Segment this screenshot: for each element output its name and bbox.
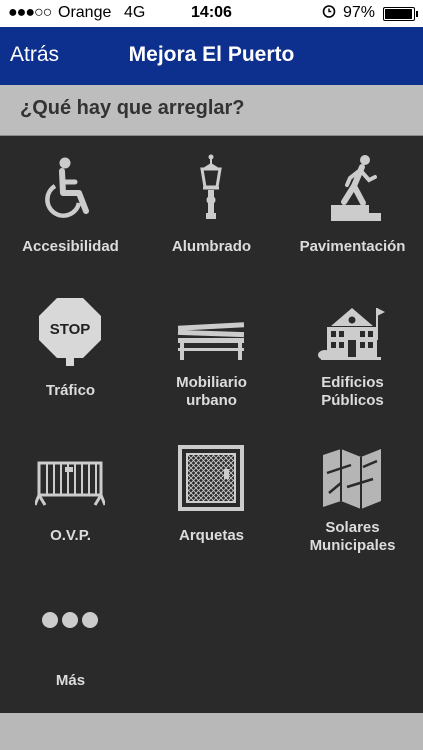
category-trafico[interactable]: STOP Tráfico (0, 290, 141, 435)
category-pavimentacion[interactable]: Pavimentación (282, 145, 423, 290)
category-ovp[interactable]: O.V.P. (0, 435, 141, 580)
category-label: Más (55, 672, 86, 689)
category-arquetas[interactable]: Arquetas (141, 435, 282, 580)
svg-text:STOP: STOP (50, 321, 91, 338)
category-label: O.V.P. (50, 527, 91, 544)
barrier-fence-icon (35, 461, 105, 506)
street-lamp-icon (200, 154, 222, 219)
manhole-cover-icon (178, 445, 244, 511)
stop-sign-icon: STOP (39, 298, 101, 366)
battery-percent: 97% (343, 4, 376, 21)
category-edificios-publicos[interactable]: Edificios Públicos (282, 290, 423, 435)
bottom-bar (0, 713, 423, 750)
more-dots-icon (42, 612, 98, 628)
category-label: Mobiliario urbano (176, 374, 247, 409)
section-heading: ¿Qué hay que arreglar? (20, 97, 245, 119)
category-label: Pavimentación (299, 238, 406, 255)
alarm-icon (322, 4, 336, 23)
wheelchair-icon (45, 157, 89, 218)
bench-icon (177, 322, 245, 360)
category-label: Accesibilidad (22, 238, 119, 255)
back-button[interactable]: Atrás (10, 43, 59, 67)
category-label: Alumbrado (171, 238, 252, 255)
category-label: Edificios Públicos (321, 374, 384, 409)
section-header: ¿Qué hay que arreglar? (0, 85, 423, 136)
category-label: Solares Municipales (309, 519, 396, 554)
pedestrian-step-icon (331, 155, 381, 221)
battery-icon (383, 7, 418, 21)
status-bar: ●●●○○ Orange 4G 14:06 97% (0, 0, 423, 27)
category-solares-municipales[interactable]: Solares Municipales (282, 435, 423, 580)
category-alumbrado[interactable]: Alumbrado (141, 145, 282, 290)
category-label: Tráfico (45, 382, 96, 399)
category-label: Arquetas (178, 527, 245, 544)
battery-fill (385, 9, 413, 19)
category-mobiliario-urbano[interactable]: Mobiliario urbano (141, 290, 282, 435)
category-mas[interactable]: Más (0, 580, 141, 725)
map-plot-icon (323, 449, 381, 509)
category-accesibilidad[interactable]: Accesibilidad (0, 145, 141, 290)
page-title: Mejora El Puerto (128, 43, 295, 66)
navigation-bar: Atrás Mejora El Puerto (0, 27, 423, 85)
public-building-icon (318, 308, 385, 360)
